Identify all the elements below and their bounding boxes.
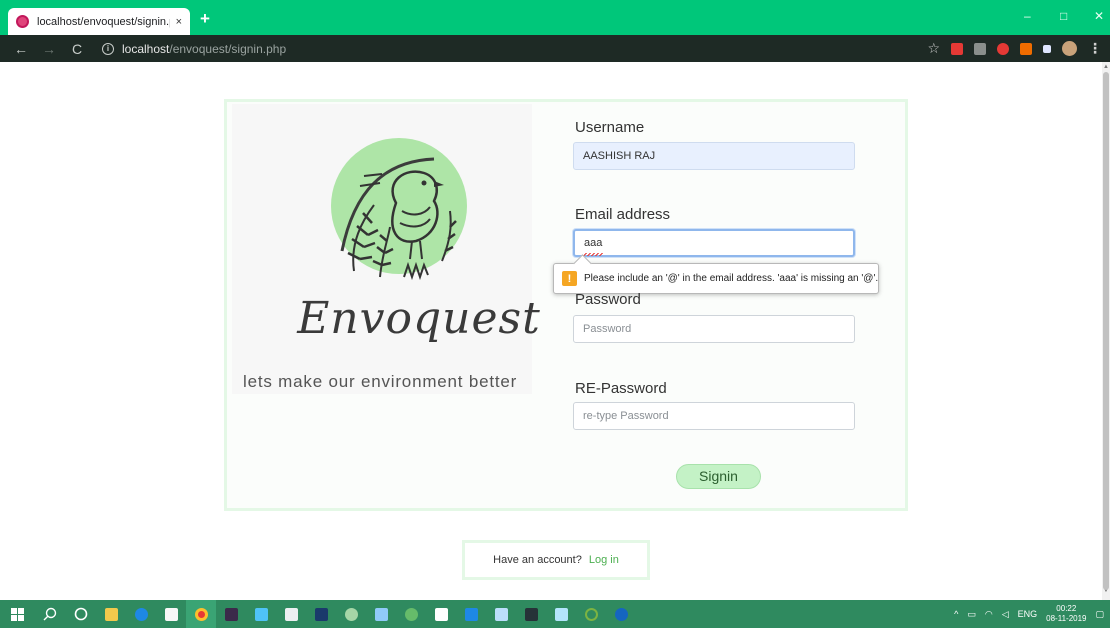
spellcheck-underline (583, 253, 603, 256)
app-pen-icon[interactable] (546, 600, 576, 628)
notifications-icon[interactable]: ▢ (1095, 609, 1104, 620)
dev-app-icon[interactable] (306, 600, 336, 628)
login-prompt-box: Have an account? Log in (462, 540, 650, 580)
volume-icon[interactable]: ◁ (1002, 609, 1009, 620)
clock-date: 08-11-2019 (1046, 614, 1087, 623)
bird-logo-icon (331, 138, 467, 281)
new-tab-button[interactable]: + (200, 10, 210, 27)
android-studio-icon[interactable] (336, 600, 366, 628)
repassword-input[interactable] (573, 402, 855, 430)
extension-block-icon[interactable] (997, 42, 1009, 55)
word-icon[interactable] (606, 600, 636, 628)
extension-check-icon[interactable] (951, 42, 963, 55)
warning-icon: ! (562, 271, 577, 286)
password-input[interactable] (573, 315, 855, 343)
tab-close-icon[interactable]: × (176, 16, 182, 28)
brand-panel: Envoquest (232, 104, 540, 394)
username-input[interactable] (573, 142, 855, 170)
tab-title: localhost/envoquest/signin.php (37, 15, 170, 28)
browser-menu-icon[interactable]: ⋮ (1088, 40, 1102, 57)
chrome-icon[interactable] (186, 600, 216, 628)
email-input[interactable] (573, 229, 855, 257)
store-icon[interactable] (156, 600, 186, 628)
clock-time: 00:22 (1056, 604, 1077, 613)
brand-tagline: lets make our environment better (243, 372, 518, 391)
email-validation-tooltip: ! Please include an '@' in the email add… (553, 263, 879, 294)
extension-shield-icon[interactable] (1020, 42, 1032, 55)
battery-icon[interactable]: ▭ (967, 609, 976, 620)
edge-browser-icon[interactable] (126, 600, 156, 628)
repassword-label: RE-Password (575, 380, 667, 397)
site-info-icon[interactable]: i (102, 42, 114, 55)
browser-tab-strip: localhost/envoquest/signin.php × + – □ ✕ (0, 0, 1110, 35)
system-tray: ^ ▭ ◠ ◁ ENG 00:22 08-11-2019 ▢ (954, 600, 1104, 628)
extension-e-icon[interactable] (974, 42, 986, 55)
notes-icon[interactable] (486, 600, 516, 628)
login-prompt-text: Have an account? (493, 554, 582, 566)
password-label: Password (575, 291, 641, 308)
signin-button[interactable]: Signin (676, 464, 761, 489)
search-icon[interactable] (34, 600, 66, 628)
email-label: Email address (575, 206, 671, 223)
validation-message: Please include an '@' in the email addre… (584, 273, 879, 284)
browser-tab[interactable]: localhost/envoquest/signin.php × (8, 8, 190, 35)
windows-taskbar: ^ ▭ ◠ ◁ ENG 00:22 08-11-2019 ▢ (0, 600, 1110, 628)
forward-button[interactable]: → (42, 41, 56, 57)
maximize-window-button[interactable]: □ (1060, 9, 1067, 23)
terminal-icon[interactable] (516, 600, 546, 628)
url-path: /envoquest/signin.php (169, 41, 287, 56)
file-explorer-icon[interactable] (96, 600, 126, 628)
extension-area: ☆ ⋮ (927, 35, 1102, 62)
profile-avatar-icon[interactable] (1062, 41, 1077, 56)
browser-toolbar: ← → C i localhost/envoquest/signin.php ☆… (0, 35, 1110, 62)
scroll-up-icon[interactable]: ▲ (1103, 64, 1109, 70)
back-button[interactable]: ← (14, 41, 28, 57)
url-host: localhost (122, 41, 170, 56)
brand-name: Envoquest (297, 293, 541, 344)
taskbar-clock[interactable]: 00:22 08-11-2019 (1046, 604, 1086, 624)
bookmark-star-icon[interactable]: ☆ (927, 40, 940, 57)
signup-card: Envoquest lets make our environment bett… (224, 99, 908, 511)
language-indicator[interactable]: ENG (1018, 609, 1038, 619)
reload-button[interactable]: C (70, 41, 84, 57)
app-arrow-icon[interactable] (246, 600, 276, 628)
vscode-icon[interactable] (456, 600, 486, 628)
windows-start-icon[interactable] (0, 600, 34, 628)
extension-square-icon[interactable] (1043, 44, 1051, 53)
scrollbar-thumb[interactable] (1103, 72, 1109, 590)
mail-icon[interactable] (426, 600, 456, 628)
tray-chevron-icon[interactable]: ^ (954, 609, 958, 619)
cortana-icon[interactable] (66, 600, 96, 628)
close-window-button[interactable]: ✕ (1094, 9, 1104, 23)
minimize-window-button[interactable]: – (1024, 9, 1031, 23)
login-link[interactable]: Log in (589, 554, 619, 566)
app-circle-icon[interactable] (576, 600, 606, 628)
username-label: Username (575, 119, 645, 136)
site-favicon-icon (16, 15, 29, 28)
camera-icon[interactable] (276, 600, 306, 628)
app-cube-icon[interactable] (366, 600, 396, 628)
address-bar[interactable]: localhost/envoquest/signin.php (122, 42, 286, 56)
app-m-icon[interactable] (216, 600, 246, 628)
wifi-icon[interactable]: ◠ (985, 609, 993, 620)
whatsapp-icon[interactable] (396, 600, 426, 628)
